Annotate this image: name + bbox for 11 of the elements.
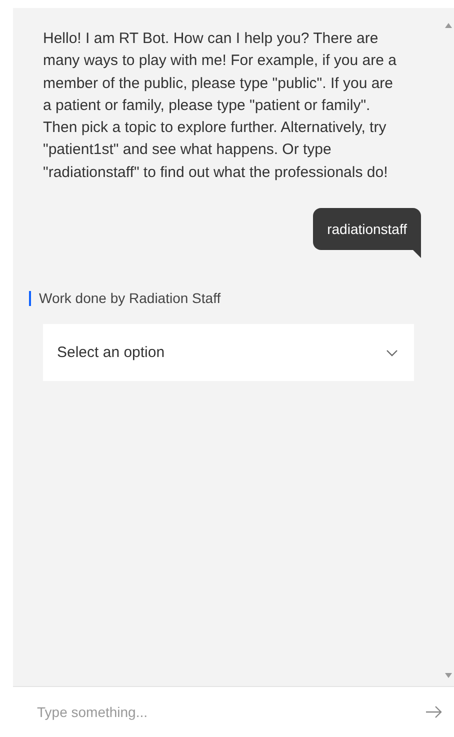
scroll-down-icon[interactable] <box>445 673 452 678</box>
chevron-down-icon <box>386 348 398 357</box>
bot-message: Hello! I am RT Bot. How can I help you? There are many ways to play with me! For example, if you are a member of the public, please type "public". If you are a patient or family, please type "patient or family". Then pick a topic to explore further. Alternatively, try "patient1st" and see what happens. Or type "radiationstaff" to find out what the professionals do! <box>43 29 398 183</box>
bubble-tail <box>413 250 421 258</box>
scroll-up-icon[interactable] <box>445 23 452 28</box>
send-arrow-icon[interactable] <box>426 706 442 718</box>
option-dropdown[interactable]: Select an option <box>43 324 414 382</box>
user-message: radiationstaff <box>313 208 421 250</box>
message-input[interactable]: Type something... <box>35 703 426 721</box>
accent-bar <box>29 290 31 306</box>
options-label: Work done by Radiation Staff <box>39 290 221 306</box>
